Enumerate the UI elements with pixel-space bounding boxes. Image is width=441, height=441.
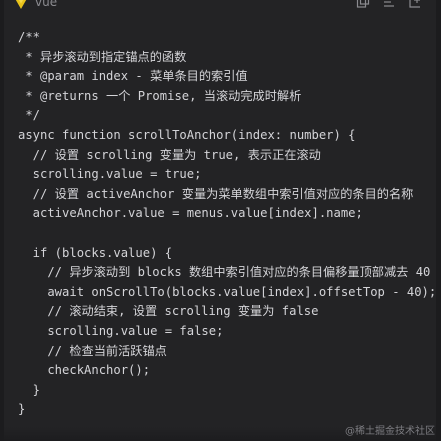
insert-icon[interactable] [408,0,422,9]
code-toolbar [356,0,422,10]
code-line: // 设置 activeAnchor 变量为菜单数组中索引值对应的条目的名称 [18,186,414,201]
copy-icon[interactable] [356,0,370,9]
code-line: async function scrollToAnchor(index: num… [18,127,356,142]
code-block: vue /** * 异步滚动到指定锚点的函数 * @param index - … [4,0,436,441]
language-indicator: vue [13,0,57,10]
code-line: // 设置 scrolling 变量为 true, 表示正在滚动 [18,147,321,162]
code-content: /** * 异步滚动到指定锚点的函数 * @param index - 菜单条目… [18,28,436,418]
code-line: * @returns 一个 Promise, 当滚动完成时解析 [18,88,302,103]
code-line: } [18,382,41,397]
code-line: */ [18,108,41,123]
code-line: * @param index - 菜单条目的索引值 [18,69,248,84]
code-line: await onScrollTo(blocks.value[index].off… [18,284,436,299]
format-icon[interactable] [382,0,396,9]
code-line: activeAnchor.value = menus.value[index].… [18,206,363,221]
code-line: // 滚动结束, 设置 scrolling 变量为 false [18,304,319,319]
code-line: // 异步滚动到 blocks 数组中索引值对应的条目偏移量顶部减去 40 [18,265,431,280]
code-block-header: vue [4,0,436,12]
code-line: /** [18,30,41,44]
code-line: if (blocks.value) { [18,245,173,260]
code-line: } [18,402,26,417]
code-line: // 检查当前活跃锚点 [18,343,167,358]
language-label: vue [35,0,58,9]
code-line: checkAnchor(); [18,363,151,378]
vue-logo-icon [15,0,27,9]
code-line: scrolling.value = true; [18,167,202,182]
code-line: scrolling.value = false; [18,323,224,338]
code-line: * 异步滚动到指定锚点的函数 [18,49,187,64]
watermark: @稀土掘金技术社区 [345,426,435,437]
